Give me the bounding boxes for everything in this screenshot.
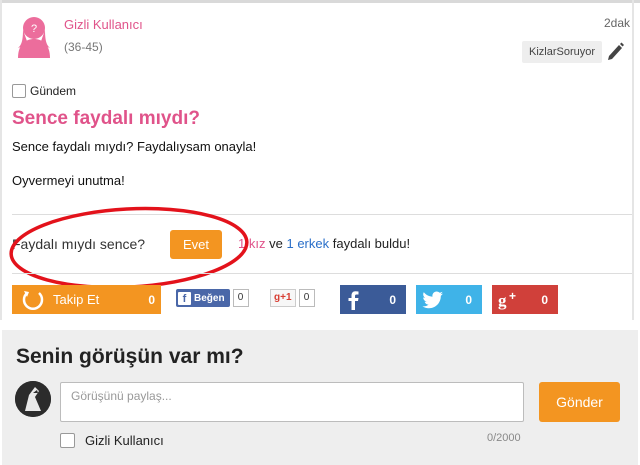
twitter-share-count: 0 [465, 292, 472, 307]
facebook-share-button[interactable]: 0 [340, 285, 406, 314]
divider [12, 273, 632, 274]
boy-count[interactable]: 1 [286, 236, 293, 251]
google-plus-share-count: 0 [541, 292, 548, 307]
comment-input[interactable] [60, 382, 524, 422]
comment-heading: Senin görüşün var mı? [16, 345, 244, 368]
follow-button[interactable]: Takip Et 0 [12, 285, 161, 314]
google-plus-one-widget: g+1 0 [270, 289, 315, 307]
question-title[interactable]: Sence faydalı mıydı? [12, 108, 200, 130]
facebook-icon [348, 290, 359, 310]
svg-text:?: ? [31, 23, 37, 35]
facebook-like-label: Beğen [194, 292, 225, 304]
twitter-share-button[interactable]: 0 [416, 285, 482, 314]
anonymous-label: Gizli Kullanıcı [85, 433, 164, 448]
facebook-share-count: 0 [389, 292, 396, 307]
question-body-line1: Sence faydalı mıydı? Faydalıysam onayla! [12, 139, 257, 154]
and-word: ve [269, 236, 283, 251]
topic-checkbox[interactable] [12, 84, 26, 98]
author-name[interactable]: Gizli Kullanıcı [64, 17, 143, 32]
helpful-suffix: faydalı buldu! [332, 236, 411, 251]
send-comment-button[interactable]: Gönder [539, 382, 620, 422]
facebook-like-button[interactable]: f Beğen [176, 289, 230, 307]
author-age: (36-45) [64, 40, 103, 54]
facebook-like-count: 0 [232, 289, 249, 307]
anonymous-checkbox[interactable] [60, 433, 75, 448]
anonymous-row: Gizli Kullanıcı [60, 433, 164, 448]
follow-label: Takip Et [53, 292, 100, 307]
right-border [632, 0, 634, 320]
google-plus-icon: g + [498, 290, 516, 310]
google-plus-one-count: 0 [298, 289, 315, 307]
svg-text:g: g [498, 291, 507, 310]
top-border [0, 0, 640, 3]
topic-label: Gündem [30, 84, 77, 98]
svg-text:+: + [509, 290, 516, 303]
post-time: 2dak [603, 16, 630, 30]
char-counter: 0/2000 [487, 432, 521, 444]
commenter-avatar[interactable] [15, 381, 51, 417]
google-plus-share-button[interactable]: g + 0 [492, 285, 558, 314]
female-avatar-icon[interactable]: ? [14, 14, 54, 60]
source-tag[interactable]: KizlarSoruyor [522, 41, 602, 63]
facebook-f-icon: f [178, 291, 191, 305]
pencil-icon[interactable] [606, 41, 624, 61]
twitter-icon [422, 291, 443, 308]
helpful-stats: 1 kız ve 1 erkek faydalı buldu! [238, 236, 410, 251]
topic-row: Gündem [12, 84, 76, 98]
follow-count: 0 [148, 292, 155, 307]
google-plus-one-button[interactable]: g+1 [270, 289, 296, 307]
follow-refresh-icon [22, 290, 44, 310]
facebook-like-widget: f Beğen 0 [176, 289, 249, 307]
boy-word[interactable]: erkek [297, 236, 329, 251]
question-body-line2: Oyvermeyi unutma! [12, 173, 125, 188]
